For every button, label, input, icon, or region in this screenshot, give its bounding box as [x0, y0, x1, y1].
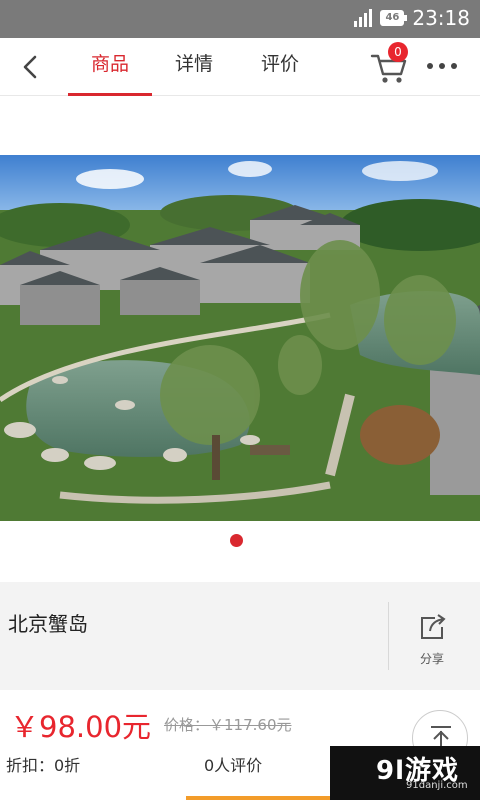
current-price: ￥98.00元 — [10, 710, 152, 744]
more-button[interactable] — [424, 54, 460, 78]
tab-details[interactable]: 详情 — [160, 38, 228, 96]
product-title-section: 北京蟹岛 分享 — [0, 582, 480, 690]
share-icon — [421, 614, 446, 639]
divider — [388, 602, 389, 670]
chevron-left-icon — [23, 55, 37, 79]
tab-goods[interactable]: 商品 — [68, 38, 152, 96]
clock: 23:18 — [412, 6, 470, 30]
product-name: 北京蟹岛 — [8, 612, 88, 636]
signal-icon — [354, 9, 373, 27]
battery-icon: 46 — [380, 10, 408, 26]
gallery-indicator-dot — [230, 534, 243, 547]
tab-reviews[interactable]: 评价 — [246, 38, 314, 96]
original-price: 价格：￥117.60元 — [164, 716, 292, 734]
discount-label: 折扣：0折 — [6, 756, 81, 775]
product-image[interactable] — [0, 155, 480, 521]
cart-count-badge: 0 — [388, 42, 408, 62]
garden-courtyard-photo — [0, 155, 480, 521]
status-bar: 46 23:18 — [0, 0, 480, 38]
watermark-sub: 91danji.com — [406, 780, 468, 791]
top-nav: 商品 详情 评价 0 — [0, 38, 480, 96]
status-indicators: 46 23:18 — [354, 6, 470, 30]
review-count: 0人评价 — [204, 756, 263, 775]
watermark-logo: 9l游戏 91danji.com — [330, 746, 480, 800]
back-button[interactable] — [14, 50, 48, 84]
share-button[interactable]: 分享 — [404, 612, 460, 668]
network-label: 46 — [385, 12, 400, 23]
more-dots-icon — [427, 63, 457, 69]
scroll-indicator — [186, 796, 336, 800]
share-label: 分享 — [419, 652, 444, 666]
